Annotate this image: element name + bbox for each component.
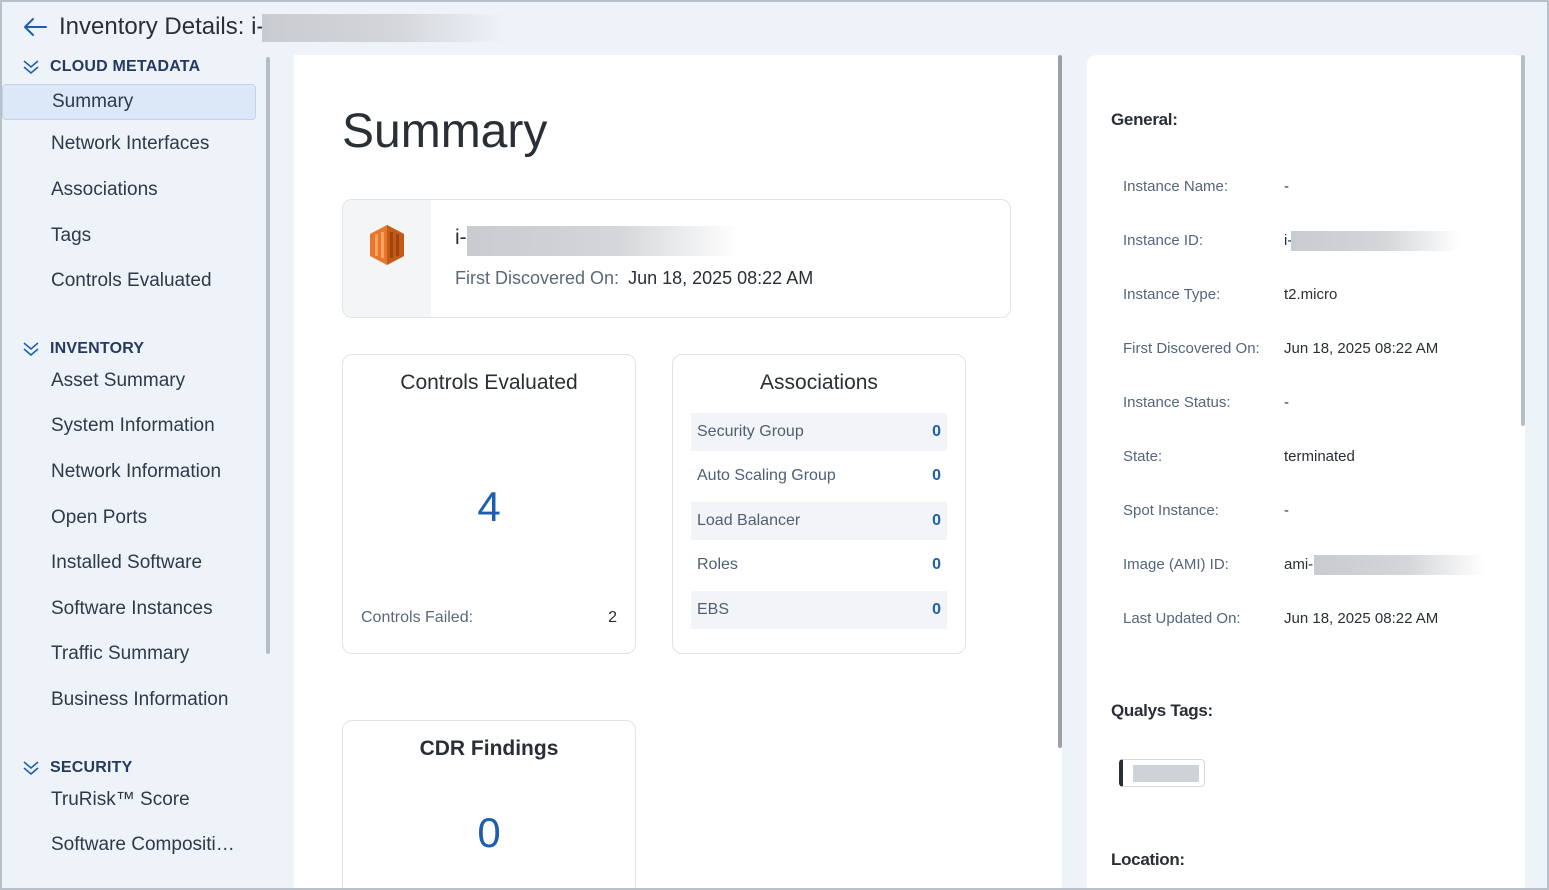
field-value-first-discovered: Jun 18, 2025 08:22 AM [1284, 340, 1439, 357]
first-discovered-label: First Discovered On: [455, 268, 620, 288]
card-title: Controls Evaluated [400, 371, 578, 394]
general-heading: General: [1111, 110, 1178, 129]
assoc-row-roles: Roles 0 [691, 546, 947, 584]
field-value-instance-type: t2.micro [1284, 286, 1338, 303]
assoc-label: Load Balancer [697, 512, 801, 529]
assoc-row-ebs: EBS 0 [691, 591, 947, 629]
assoc-count[interactable]: 0 [932, 601, 941, 619]
card-title: Associations [760, 371, 878, 394]
section-inventory[interactable]: INVENTORY [22, 338, 144, 360]
aws-ec2-icon [370, 225, 404, 265]
page-title: Inventory Details: i- [59, 13, 265, 40]
first-discovered: First Discovered On: Jun 18, 2025 08:22 … [455, 268, 813, 289]
assoc-row-auto-scaling-group: Auto Scaling Group 0 [691, 457, 947, 495]
section-security[interactable]: SECURITY [22, 757, 133, 779]
redacted-instance-id-value [1291, 231, 1461, 251]
redacted-asset-id [467, 226, 739, 256]
sidebar-item-software-instances[interactable]: Software Instances [2, 591, 256, 627]
cdr-findings-count[interactable]: 0 [343, 809, 635, 857]
field-value-state: terminated [1284, 448, 1355, 465]
asset-id: i- [455, 226, 467, 249]
controls-evaluated-card: Controls Evaluated 4 Controls Failed: 2 [342, 354, 636, 654]
first-discovered-value: Jun 18, 2025 08:22 AM [628, 268, 814, 288]
field-label-instance-type: Instance Type: [1123, 286, 1221, 303]
assoc-count[interactable]: 0 [932, 556, 941, 574]
field-label-instance-name: Instance Name: [1123, 178, 1229, 195]
asset-icon-box [343, 200, 431, 317]
redacted-instance-id [262, 14, 507, 42]
card-title: CDR Findings [419, 737, 559, 760]
assoc-label: Roles [697, 556, 738, 573]
arrow-left-icon[interactable] [22, 14, 48, 40]
field-label-image-ami-id: Image (AMI) ID: [1123, 556, 1229, 573]
associations-card: Associations Security Group 0 Auto Scali… [672, 354, 966, 654]
sidebar-item-traffic-summary[interactable]: Traffic Summary [2, 636, 256, 672]
cdr-findings-card: CDR Findings 0 [342, 720, 636, 890]
field-label-last-updated: Last Updated On: [1123, 610, 1241, 627]
assoc-count[interactable]: 0 [932, 467, 941, 485]
assoc-label: EBS [697, 601, 730, 618]
redacted-tag-name [1133, 765, 1199, 782]
assoc-row-security-group: Security Group 0 [691, 413, 947, 451]
sidebar-item-network-information[interactable]: Network Information [2, 454, 256, 490]
sidebar-scrollbar[interactable] [266, 57, 270, 654]
field-value-image-ami-id: ami- [1284, 556, 1314, 573]
location-heading: Location: [1111, 850, 1185, 869]
assoc-row-load-balancer: Load Balancer 0 [691, 502, 947, 540]
chevron-double-down-icon [23, 342, 39, 357]
sidebar-item-associations[interactable]: Associations [2, 172, 256, 208]
field-label-instance-status: Instance Status: [1123, 394, 1231, 411]
chevron-double-down-icon [23, 60, 39, 75]
sidebar-item-open-ports[interactable]: Open Ports [2, 500, 256, 536]
assoc-label: Auto Scaling Group [697, 467, 836, 484]
details-scrollbar[interactable] [1521, 55, 1525, 426]
chevron-double-down-icon [23, 761, 39, 776]
main-scrollbar[interactable] [1058, 55, 1062, 748]
field-value-last-updated: Jun 18, 2025 08:22 AM [1284, 610, 1439, 627]
controls-failed-label: Controls Failed: [361, 609, 474, 626]
assoc-label: Security Group [697, 423, 804, 440]
assoc-count[interactable]: 0 [932, 423, 941, 441]
section-label: INVENTORY [50, 340, 145, 357]
field-label-instance-id: Instance ID: [1123, 232, 1204, 249]
controls-failed-row: Controls Failed: 2 [361, 609, 617, 627]
sidebar-item-network-interfaces[interactable]: Network Interfaces [2, 126, 256, 162]
sidebar-item-software-composition[interactable]: Software Compositi… [2, 827, 256, 863]
controls-evaluated-count[interactable]: 4 [343, 483, 635, 531]
field-value-instance-name: - [1284, 178, 1289, 195]
summary-heading: Summary [342, 105, 548, 158]
qualys-tag-chip[interactable] [1119, 759, 1205, 787]
qualys-tags-heading: Qualys Tags: [1111, 701, 1213, 720]
asset-card: i- First Discovered On: Jun 18, 2025 08:… [342, 199, 1011, 318]
redacted-ami-id-value [1314, 555, 1484, 575]
sidebar-item-installed-software[interactable]: Installed Software [2, 545, 256, 581]
sidebar-item-asset-summary[interactable]: Asset Summary [2, 363, 256, 399]
page-header: Inventory Details: i- [0, 0, 1549, 54]
field-value-instance-status: - [1284, 394, 1289, 411]
sidebar-item-tags[interactable]: Tags [2, 218, 256, 254]
section-cloud-metadata[interactable]: CLOUD METADATA [22, 56, 200, 78]
sidebar-item-controls-evaluated[interactable]: Controls Evaluated [2, 263, 256, 299]
sidebar-item-business-information[interactable]: Business Information [2, 682, 256, 718]
sidebar-item-trurisk-score[interactable]: TruRisk™ Score [2, 782, 256, 818]
assoc-count[interactable]: 0 [932, 512, 941, 530]
section-label: CLOUD METADATA [50, 58, 201, 75]
sidebar-item-system-information[interactable]: System Information [2, 408, 256, 444]
field-label-state: State: [1123, 448, 1163, 465]
sidebar-item-summary[interactable]: Summary [2, 84, 256, 120]
field-label-first-discovered: First Discovered On: [1123, 340, 1260, 357]
section-label: SECURITY [50, 759, 133, 776]
field-label-spot-instance: Spot Instance: [1123, 502, 1219, 519]
field-value-spot-instance: - [1284, 502, 1289, 519]
controls-failed-value: 2 [608, 609, 617, 626]
